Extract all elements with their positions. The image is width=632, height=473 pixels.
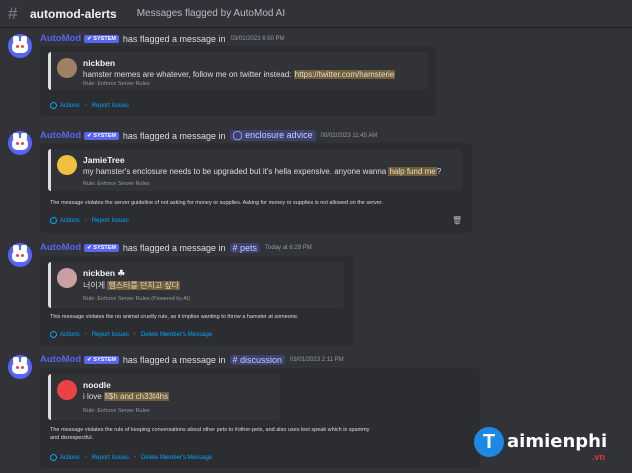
automod-avatar[interactable] xyxy=(8,34,32,58)
shield-icon xyxy=(50,217,57,224)
rule-label: Rule: Enforce Server Rules xyxy=(83,181,150,187)
system-badge: ✔ SYSTEM xyxy=(84,34,119,43)
action-bar: Actions • Report Issues xyxy=(50,102,129,109)
automod-avatar[interactable] xyxy=(8,243,32,267)
flagged-keyword[interactable]: 햄스터를 던지고 싶다 xyxy=(107,281,180,290)
flag-text: has flagged a message in xyxy=(122,33,226,44)
report-issues-link[interactable]: Report Issues xyxy=(92,455,129,461)
user-avatar[interactable] xyxy=(57,268,77,288)
automod-avatar[interactable] xyxy=(8,355,32,379)
hashtag-icon: # xyxy=(8,3,18,23)
flag-card: noodle i love fi$h and ch33t4hs Rule: En… xyxy=(40,368,480,468)
channel-mention[interactable]: # pets xyxy=(229,242,261,253)
delete-message-link[interactable]: Delete Member's Message xyxy=(141,455,212,461)
flag-text: has flagged a message in xyxy=(122,242,226,253)
automod-message: AutoMod ✔ SYSTEM has flagged a message i… xyxy=(0,31,632,121)
message-header: AutoMod ✔ SYSTEM has flagged a message i… xyxy=(40,354,344,365)
message-text: my hamster's enclosure needs to be upgra… xyxy=(83,167,442,176)
action-bar: Actions • Report Issues • Delete Member'… xyxy=(50,331,212,338)
system-badge: ✔ SYSTEM xyxy=(84,131,119,140)
actions-link[interactable]: Actions xyxy=(60,218,80,224)
flagged-message: nickben ☘ 너이게 햄스터를 던지고 싶다 Rule: Enforce … xyxy=(48,262,344,308)
timestamp: 03/01/2023 2:11 PM xyxy=(290,356,344,363)
flagged-message: noodle i love fi$h and ch33t4hs Rule: En… xyxy=(48,374,280,420)
flagged-message: JamieTree my hamster's enclosure needs t… xyxy=(48,149,462,191)
flagged-keyword[interactable]: halp fund me xyxy=(388,167,437,176)
flag-card: JamieTree my hamster's enclosure needs t… xyxy=(40,143,472,233)
flag-card: nickben ☘ 너이게 햄스터를 던지고 싶다 Rule: Enforce … xyxy=(40,256,354,346)
rule-label: Rule: Enforce Server Rules xyxy=(83,408,150,414)
timestamp: Today at 6:29 PM xyxy=(265,244,312,251)
bot-name[interactable]: AutoMod xyxy=(40,242,81,253)
message-header: AutoMod ✔ SYSTEM has flagged a message i… xyxy=(40,242,312,253)
report-issues-link[interactable]: Report Issues xyxy=(92,103,129,109)
action-bar: Actions • Report Issues • Delete Member'… xyxy=(50,454,212,461)
taimienphi-logo: T aimienphi .vn xyxy=(474,423,624,469)
channel-topic[interactable]: Messages flagged by AutoMod AI xyxy=(137,8,285,19)
actions-link[interactable]: Actions xyxy=(60,332,80,338)
system-badge: ✔ SYSTEM xyxy=(84,243,119,252)
username[interactable]: nickben ☘ xyxy=(83,268,125,279)
automod-avatar[interactable] xyxy=(8,131,32,155)
shield-icon xyxy=(50,102,57,109)
bot-name[interactable]: AutoMod xyxy=(40,354,81,365)
message-text: i love fi$h and ch33t4hs xyxy=(83,392,170,401)
actions-link[interactable]: Actions xyxy=(60,103,80,109)
user-avatar[interactable] xyxy=(57,58,77,78)
flag-card: nickben hamster memes are whatever, foll… xyxy=(40,46,436,116)
user-avatar[interactable] xyxy=(57,155,77,175)
message-header: AutoMod ✔ SYSTEM has flagged a message i… xyxy=(40,130,377,141)
timestamp: 00/02/2023 11:45 AM xyxy=(320,132,378,139)
message-text: hamster memes are whatever, follow me on… xyxy=(83,70,396,79)
flagged-keyword[interactable]: https://twitter.com/hamsterie xyxy=(293,70,396,79)
username[interactable]: JamieTree xyxy=(83,155,125,165)
delete-message-link[interactable]: Delete Member's Message xyxy=(141,332,212,338)
message-header: AutoMod ✔ SYSTEM has flagged a message i… xyxy=(40,33,285,44)
flagged-keyword[interactable]: fi$h and ch33t4hs xyxy=(103,392,170,401)
report-issues-link[interactable]: Report Issues xyxy=(92,218,129,224)
action-bar: Actions • Report Issues xyxy=(50,217,129,224)
shield-icon xyxy=(50,454,57,461)
bot-name[interactable]: AutoMod xyxy=(40,130,81,141)
flagged-message: nickben hamster memes are whatever, foll… xyxy=(48,52,428,90)
username[interactable]: noodle xyxy=(83,380,111,390)
system-badge: ✔ SYSTEM xyxy=(84,355,119,364)
bot-name[interactable]: AutoMod xyxy=(40,33,81,44)
report-issues-link[interactable]: Report Issues xyxy=(92,332,129,338)
discord-logo-icon[interactable] xyxy=(57,380,77,400)
logo-initial: T xyxy=(474,427,504,457)
channel-mention[interactable]: ◯ enclosure advice xyxy=(229,130,316,141)
rule-label: Rule: Enforce Server Rules xyxy=(83,81,150,87)
actions-link[interactable]: Actions xyxy=(60,455,80,461)
violation-reason: The message violates the server guidelin… xyxy=(50,200,383,206)
trash-icon[interactable]: 🗑 xyxy=(452,216,462,225)
automod-message: AutoMod ✔ SYSTEM has flagged a message i… xyxy=(0,128,632,238)
flag-text: has flagged a message in xyxy=(122,130,226,141)
flag-text: has flagged a message in xyxy=(122,354,226,365)
shield-icon xyxy=(50,331,57,338)
logo-brand: aimienphi xyxy=(507,431,608,452)
rule-label: Rule: Enforce Server Rules (Powered by A… xyxy=(83,296,191,302)
channel-header: # automod-alerts Messages flagged by Aut… xyxy=(0,0,632,28)
automod-message: AutoMod ✔ SYSTEM has flagged a message i… xyxy=(0,240,632,350)
username[interactable]: nickben xyxy=(83,58,115,68)
channel-mention[interactable]: # discussion xyxy=(229,354,286,365)
violation-reason: This message violates the no animal crue… xyxy=(50,314,299,320)
logo-tld: .vn xyxy=(592,452,606,462)
channel-name: automod-alerts xyxy=(30,6,117,21)
message-text: 너이게 햄스터를 던지고 싶다 xyxy=(83,281,180,290)
timestamp: 03/01/2023 6:50 PM xyxy=(230,35,285,42)
violation-reason: The message violates the rule of keeping… xyxy=(50,427,370,441)
